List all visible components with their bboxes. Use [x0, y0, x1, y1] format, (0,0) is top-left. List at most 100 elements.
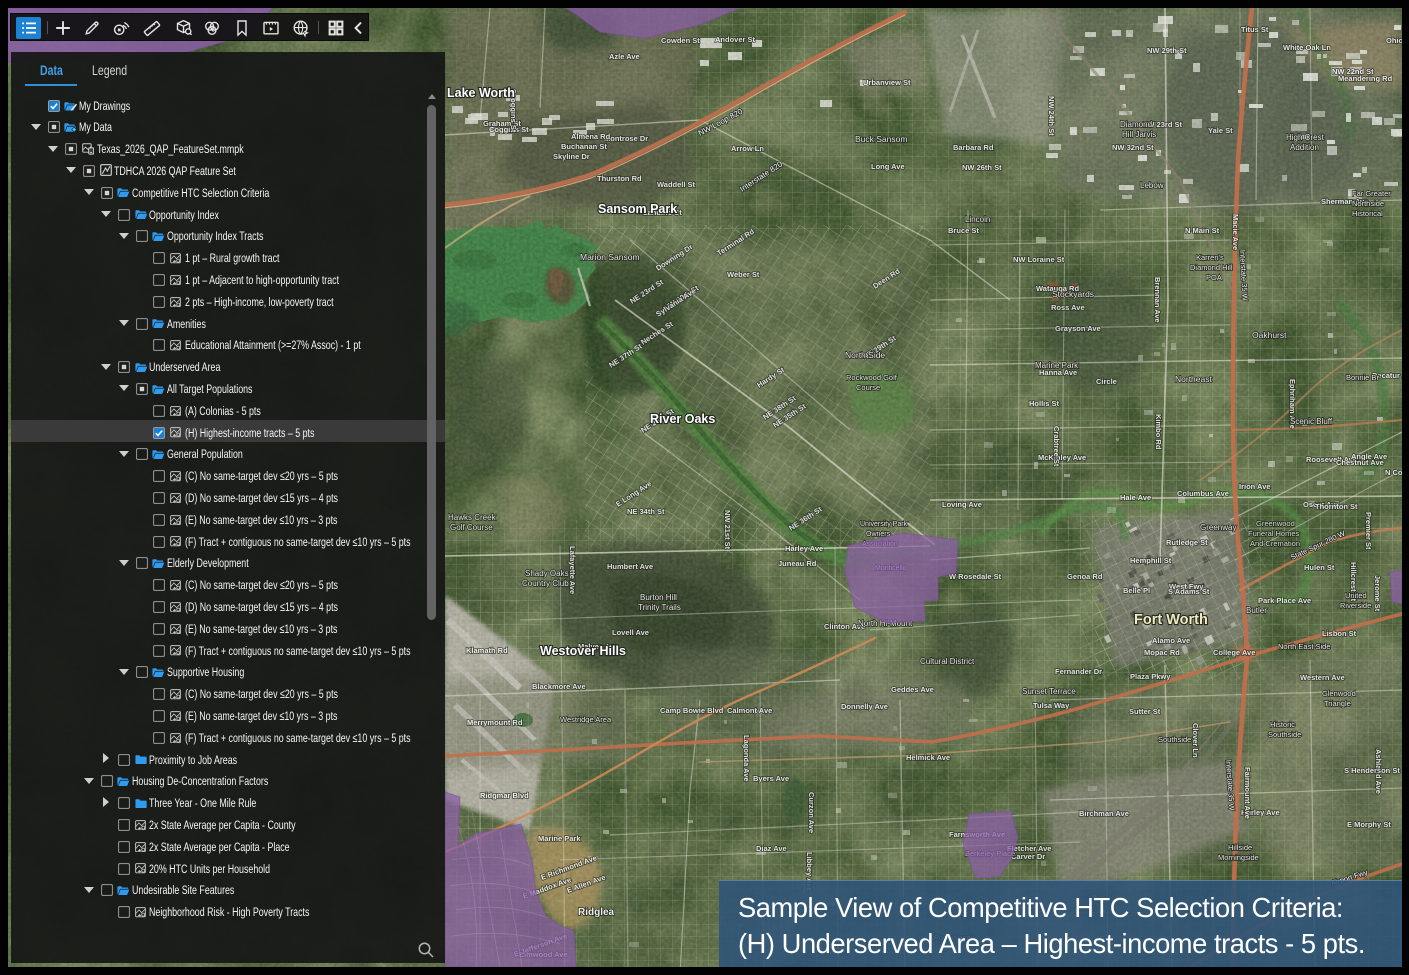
svg-text:N Commerce St: N Commerce St: [1385, 468, 1402, 477]
svg-text:Premier St: Premier St: [1364, 512, 1373, 550]
svg-text:Glenwood: Glenwood: [1322, 689, 1356, 698]
svg-text:Northside: Northside: [1352, 199, 1384, 208]
svg-text:Shady Oaks: Shady Oaks: [525, 569, 569, 578]
svg-text:Course: Course: [856, 383, 880, 392]
svg-text:Byers Ave: Byers Ave: [753, 774, 789, 783]
svg-text:Hale Ave: Hale Ave: [1120, 493, 1151, 502]
svg-text:Addition: Addition: [1290, 143, 1319, 152]
svg-text:Cultural District: Cultural District: [920, 657, 975, 666]
svg-text:Karren's: Karren's: [1196, 253, 1224, 262]
svg-text:Plaza Pkwy: Plaza Pkwy: [1130, 672, 1171, 681]
svg-text:Triangle: Triangle: [1324, 699, 1351, 708]
svg-text:Greenwood: Greenwood: [1256, 519, 1295, 528]
svg-text:Lincoln: Lincoln: [965, 215, 990, 224]
svg-text:Buchanan St: Buchanan St: [561, 142, 607, 151]
svg-text:Merrymount Rd: Merrymount Rd: [467, 718, 523, 727]
svg-text:Crabtree St: Crabtree St: [1052, 426, 1061, 467]
svg-text:Marion Sansom: Marion Sansom: [580, 252, 640, 262]
svg-text:Lake Worth: Lake Worth: [447, 86, 515, 100]
svg-text:Scenic Bluff: Scenic Bluff: [1290, 417, 1333, 426]
svg-text:Sutter St: Sutter St: [1129, 707, 1161, 716]
svg-text:NE 34th St: NE 34th St: [627, 507, 665, 516]
svg-text:Southside: Southside: [1158, 735, 1191, 744]
svg-text:S Adams St: S Adams St: [1168, 587, 1210, 596]
svg-text:Historic: Historic: [1270, 720, 1295, 729]
svg-text:Camp Bowie Blvd: Camp Bowie Blvd: [660, 706, 724, 715]
svg-text:Fairmount Ave: Fairmount Ave: [1243, 767, 1252, 819]
svg-text:Trinity Trails: Trinity Trails: [638, 603, 681, 612]
svg-text:Buck Sansom: Buck Sansom: [855, 134, 907, 144]
svg-text:Golf Course: Golf Course: [450, 523, 493, 532]
svg-text:Genoa Rd: Genoa Rd: [1067, 572, 1103, 581]
svg-text:Westridge Area: Westridge Area: [560, 715, 612, 724]
svg-text:North East Side: North East Side: [1278, 642, 1331, 651]
svg-text:NW 22nd St: NW 22nd St: [1332, 67, 1374, 76]
svg-text:Southside: Southside: [1268, 730, 1301, 739]
svg-text:High Crest: High Crest: [1286, 133, 1325, 142]
svg-text:NW 21st St: NW 21st St: [723, 510, 732, 550]
svg-text:Chestnut Ave: Chestnut Ave: [1336, 458, 1384, 467]
svg-text:Butler: Butler: [1246, 606, 1267, 615]
svg-text:Lisbon St: Lisbon St: [1322, 629, 1357, 638]
svg-text:Diaz Ave: Diaz Ave: [756, 844, 787, 853]
svg-text:Andover St: Andover St: [715, 35, 756, 44]
svg-text:Columbus Ave: Columbus Ave: [1177, 489, 1229, 498]
svg-text:North Side: North Side: [845, 350, 885, 360]
svg-text:Oakhurst: Oakhurst: [1252, 330, 1287, 340]
svg-text:Alamo Ave: Alamo Ave: [1152, 636, 1190, 645]
svg-text:Curzon Ave: Curzon Ave: [807, 792, 816, 833]
svg-text:Tulsa Way: Tulsa Way: [1033, 701, 1070, 710]
svg-text:Ohio Garden Rd: Ohio Garden Rd: [1386, 36, 1402, 45]
svg-text:Kimbo Rd: Kimbo Rd: [1154, 414, 1163, 450]
svg-text:Fort Worth: Fort Worth: [1134, 612, 1208, 628]
svg-text:White Oak Ln: White Oak Ln: [1283, 43, 1331, 52]
svg-text:Rockwood Golf: Rockwood Golf: [846, 373, 898, 382]
svg-text:Diamond Hill: Diamond Hill: [1190, 263, 1233, 272]
svg-text:Belle Pl: Belle Pl: [1123, 586, 1150, 595]
svg-text:Blackmore Ave: Blackmore Ave: [532, 682, 586, 691]
svg-text:Northeast: Northeast: [1175, 374, 1212, 384]
svg-text:Harley Ave: Harley Ave: [785, 544, 823, 553]
svg-text:Almena Rd: Almena Rd: [571, 132, 611, 141]
svg-text:Skyline Dr: Skyline Dr: [553, 152, 590, 161]
svg-text:Jerome St: Jerome St: [1373, 575, 1382, 612]
svg-text:W Rosedale St: W Rosedale St: [949, 572, 1002, 581]
svg-text:Westover Hills: Westover Hills: [540, 644, 626, 658]
svg-text:Stockyards: Stockyards: [1052, 289, 1094, 299]
svg-text:NW 26th St: NW 26th St: [962, 163, 1002, 172]
svg-text:And Cremation: And Cremation: [1250, 539, 1300, 548]
svg-text:Diamond: Diamond: [1120, 120, 1152, 129]
svg-text:Irion Ave: Irion Ave: [1239, 482, 1271, 491]
svg-text:Fernander Dr: Fernander Dr: [1055, 667, 1102, 676]
svg-text:Waddell St: Waddell St: [657, 180, 696, 189]
svg-text:Arrow Ln: Arrow Ln: [731, 144, 764, 153]
svg-text:NW 32nd St: NW 32nd St: [1112, 143, 1154, 152]
svg-text:Western Ave: Western Ave: [1300, 673, 1345, 682]
svg-text:Lebow: Lebow: [1140, 181, 1164, 190]
svg-text:Rutledge St: Rutledge St: [1166, 538, 1208, 547]
svg-text:Greenway: Greenway: [1200, 523, 1236, 532]
svg-text:Bruce St: Bruce St: [948, 226, 979, 235]
svg-text:Marine Park: Marine Park: [538, 834, 581, 843]
svg-text:Hillside: Hillside: [1228, 843, 1252, 852]
svg-text:Clover Ln: Clover Ln: [1191, 723, 1200, 758]
svg-text:Grayson Ave: Grayson Ave: [1055, 324, 1101, 333]
svg-text:Marine Park: Marine Park: [1035, 361, 1079, 370]
svg-text:Hawks Creek: Hawks Creek: [448, 513, 497, 522]
svg-text:University Park: University Park: [860, 521, 908, 528]
svg-text:Sansom Park: Sansom Park: [598, 202, 677, 216]
svg-text:Azle Ave: Azle Ave: [609, 52, 640, 61]
svg-text:Montrose Dr: Montrose Dr: [604, 134, 648, 143]
svg-text:Ridgmar Blvd: Ridgmar Blvd: [480, 791, 529, 800]
svg-text:Loving Ave: Loving Ave: [942, 500, 982, 509]
svg-text:Historical: Historical: [1352, 209, 1383, 218]
svg-text:United: United: [1345, 591, 1367, 600]
svg-text:Sunset Terrace: Sunset Terrace: [1022, 687, 1076, 696]
svg-text:NW 24th St: NW 24th St: [1047, 96, 1056, 136]
svg-text:Barbara Rd: Barbara Rd: [953, 143, 994, 152]
svg-text:Humbert Ave: Humbert Ave: [607, 562, 653, 571]
svg-text:Country Club: Country Club: [522, 579, 569, 588]
svg-text:N Main St: N Main St: [1185, 226, 1220, 235]
svg-text:Helmick Ave: Helmick Ave: [906, 753, 950, 762]
svg-text:Hulen St: Hulen St: [1304, 563, 1335, 572]
